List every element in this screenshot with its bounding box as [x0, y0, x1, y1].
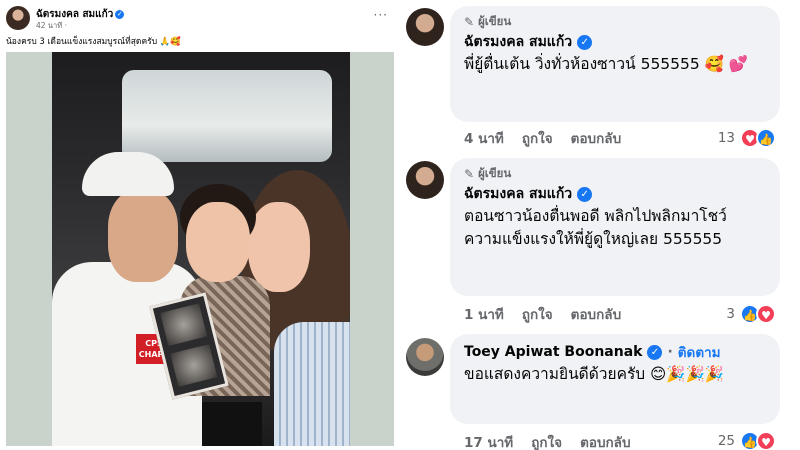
- comment-actions: 17 นาที ถูกใจ ตอบกลับ: [464, 432, 631, 450]
- post-timestamp[interactable]: 42 นาที ·: [36, 20, 67, 32]
- separator-dot: ·: [667, 344, 673, 360]
- like-button[interactable]: ถูกใจ: [522, 127, 553, 149]
- post-author-label[interactable]: ฉัตรมงคล สมแก้ว: [36, 9, 113, 20]
- comment-time[interactable]: 4 นาที: [464, 127, 504, 149]
- comment-bubble: ✎ ผู้เขียน ฉัตรมงคล สมแก้ว ✓ ตอนซาวน้องต…: [450, 158, 780, 296]
- author-badge: ✎ ผู้เขียน: [464, 13, 766, 31]
- comment-time[interactable]: 17 นาที: [464, 431, 513, 450]
- post-caption: น้องครบ 3 เดือนแข็งแรงสมบูรณ์ที่สุดครับ …: [6, 37, 181, 47]
- commenter-name-label[interactable]: ฉัตรมงคล สมแก้ว: [464, 31, 572, 53]
- girl-face: [186, 202, 250, 282]
- post-author-avatar[interactable]: [6, 6, 30, 30]
- post-panel: ฉัตรมงคล สมแก้ว ✓ 42 นาที · ··· น้องครบ 3…: [0, 0, 398, 450]
- reaction-summary[interactable]: 13 ♥ 👍: [718, 127, 776, 149]
- author-badge-label: ผู้เขียน: [478, 166, 512, 180]
- comment-bubble: ✎ ผู้เขียน ฉัตรมงคล สมแก้ว ✓ พี่ยู้ตื่นเ…: [450, 6, 780, 122]
- love-heart-icon: ♥: [756, 304, 776, 324]
- post-photo[interactable]: CPS CHAPS: [52, 52, 350, 446]
- post-header: ฉัตรมงคล สมแก้ว ✓ 42 นาที · ···: [6, 6, 392, 32]
- commenter-name[interactable]: ฉัตรมงคล สมแก้ว ✓: [464, 183, 766, 205]
- follow-button[interactable]: ติดตาม: [678, 341, 721, 363]
- man-face: [108, 190, 178, 282]
- woman-face: [248, 202, 310, 292]
- like-button[interactable]: ถูกใจ: [522, 303, 553, 325]
- car-window: [122, 70, 332, 162]
- commenter-name-label[interactable]: ฉัตรมงคล สมแก้ว: [464, 183, 572, 205]
- pencil-icon: ✎: [464, 167, 475, 181]
- reaction-count: 25: [717, 433, 735, 449]
- verified-check-icon: ✓: [647, 344, 663, 360]
- more-options-icon[interactable]: ···: [374, 8, 388, 22]
- verified-check-icon: ✓: [577, 186, 593, 202]
- verified-check-icon: ✓: [115, 10, 125, 19]
- reply-button[interactable]: ตอบกลับ: [571, 127, 621, 149]
- comment-bubble: Toey Apiwat Boonanak ✓ · ติดตาม ขอแสดงคว…: [450, 334, 780, 424]
- reaction-summary[interactable]: 25 👍 ♥: [718, 430, 776, 450]
- reaction-summary[interactable]: 3 👍 ♥: [726, 303, 776, 325]
- comment-text: พี่ยู้ตื่นเต้น วิ่งทั่วห้องซาวน์ 555555 …: [464, 55, 749, 73]
- commenter-avatar[interactable]: [406, 338, 444, 376]
- author-badge: ✎ ผู้เขียน: [464, 165, 766, 183]
- commenter-name[interactable]: Toey Apiwat Boonanak ✓ · ติดตาม: [464, 341, 766, 363]
- pencil-icon: ✎: [464, 15, 475, 29]
- reply-button[interactable]: ตอบกลับ: [571, 303, 621, 325]
- commenter-avatar[interactable]: [406, 8, 444, 46]
- comments-panel: ✎ ผู้เขียน ฉัตรมงคล สมแก้ว ✓ พี่ยู้ตื่นเ…: [398, 0, 800, 450]
- commenter-name-label[interactable]: Toey Apiwat Boonanak: [464, 344, 642, 360]
- comment-time[interactable]: 1 นาที: [464, 303, 504, 325]
- comment-text: ตอนซาวน้องตื่นพอดี พลิกไปพลิกมาโชว์ความแ…: [464, 207, 727, 248]
- woman-top: [274, 322, 350, 446]
- author-badge-label: ผู้เขียน: [478, 14, 512, 28]
- commenter-avatar[interactable]: [406, 161, 444, 199]
- commenter-name[interactable]: ฉัตรมงคล สมแก้ว ✓: [464, 31, 766, 53]
- car-console: [202, 402, 262, 446]
- verified-check-icon: ✓: [577, 34, 593, 50]
- reply-button[interactable]: ตอบกลับ: [580, 431, 630, 450]
- comment-actions: 4 นาที ถูกใจ ตอบกลับ: [464, 128, 621, 148]
- post-photo-frame[interactable]: CPS CHAPS: [6, 52, 394, 446]
- reaction-count: 3: [726, 306, 735, 322]
- comment-text: ขอแสดงความยินดีด้วยครับ 😊🎉🎉🎉: [464, 365, 725, 383]
- like-thumb-icon: 👍: [756, 128, 776, 148]
- comment-actions: 1 นาที ถูกใจ ตอบกลับ: [464, 304, 621, 324]
- love-heart-icon: ♥: [756, 431, 776, 450]
- like-button[interactable]: ถูกใจ: [531, 431, 562, 450]
- reaction-count: 13: [717, 130, 735, 146]
